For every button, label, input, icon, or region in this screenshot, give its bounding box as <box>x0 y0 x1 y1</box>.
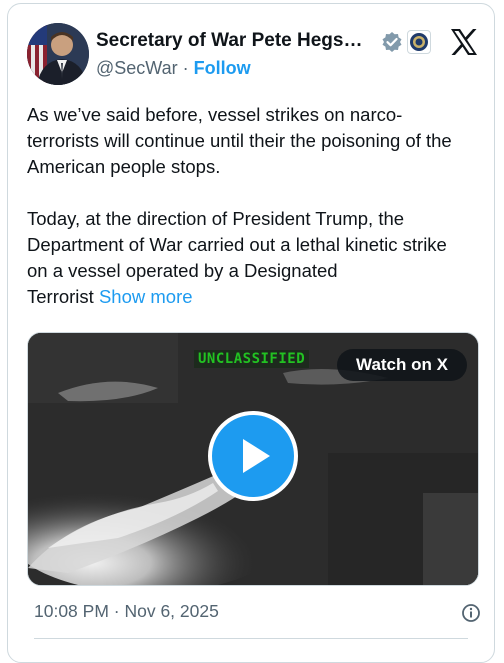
author-meta: @SecWar · Follow <box>96 58 251 79</box>
post-timestamp[interactable]: 10:08 PM · Nov 6, 2025 <box>34 601 219 622</box>
x-logo-icon[interactable] <box>449 28 479 56</box>
post-text-line: Terrorist <box>27 286 94 307</box>
post-text-last-line: Terrorist Show more <box>27 284 487 310</box>
post-text-line: As we’ve said before, vessel strikes on … <box>27 104 403 125</box>
author-handle[interactable]: @SecWar <box>96 58 178 78</box>
avatar-portrait <box>27 23 89 85</box>
government-seal-icon[interactable] <box>407 30 431 54</box>
verified-badge-icon <box>382 32 402 52</box>
watch-on-x-button[interactable]: Watch on X <box>337 349 467 381</box>
post-text-line: American people stops. <box>27 156 221 177</box>
post-text-line: Today, at the direction of President Tru… <box>27 208 405 229</box>
divider <box>34 638 468 639</box>
follow-button[interactable]: Follow <box>194 58 251 78</box>
separator-dot: · <box>182 58 189 78</box>
play-icon <box>243 439 270 473</box>
video-player[interactable]: UNCLASSIFIED Watch on X <box>27 332 479 586</box>
author-name[interactable]: Secretary of War Pete Hegs… <box>96 30 362 52</box>
post-text: As we’ve said before, vessel strikes on … <box>27 102 487 310</box>
post-text-line: terrorists will continue until their the… <box>27 130 452 151</box>
avatar[interactable] <box>27 23 89 85</box>
play-button[interactable] <box>208 411 298 501</box>
post-text-line: on a vessel operated by a Designated <box>27 260 338 281</box>
post-text-line: Department of War carried out a lethal k… <box>27 234 447 255</box>
seal-graphic <box>410 33 428 51</box>
embedded-post-card: Secretary of War Pete Hegs… @SecWar · Fo… <box>7 3 495 663</box>
info-icon[interactable] <box>461 603 481 623</box>
show-more-link[interactable]: Show more <box>99 286 193 307</box>
unclassified-overlay-label: UNCLASSIFIED <box>194 350 310 368</box>
